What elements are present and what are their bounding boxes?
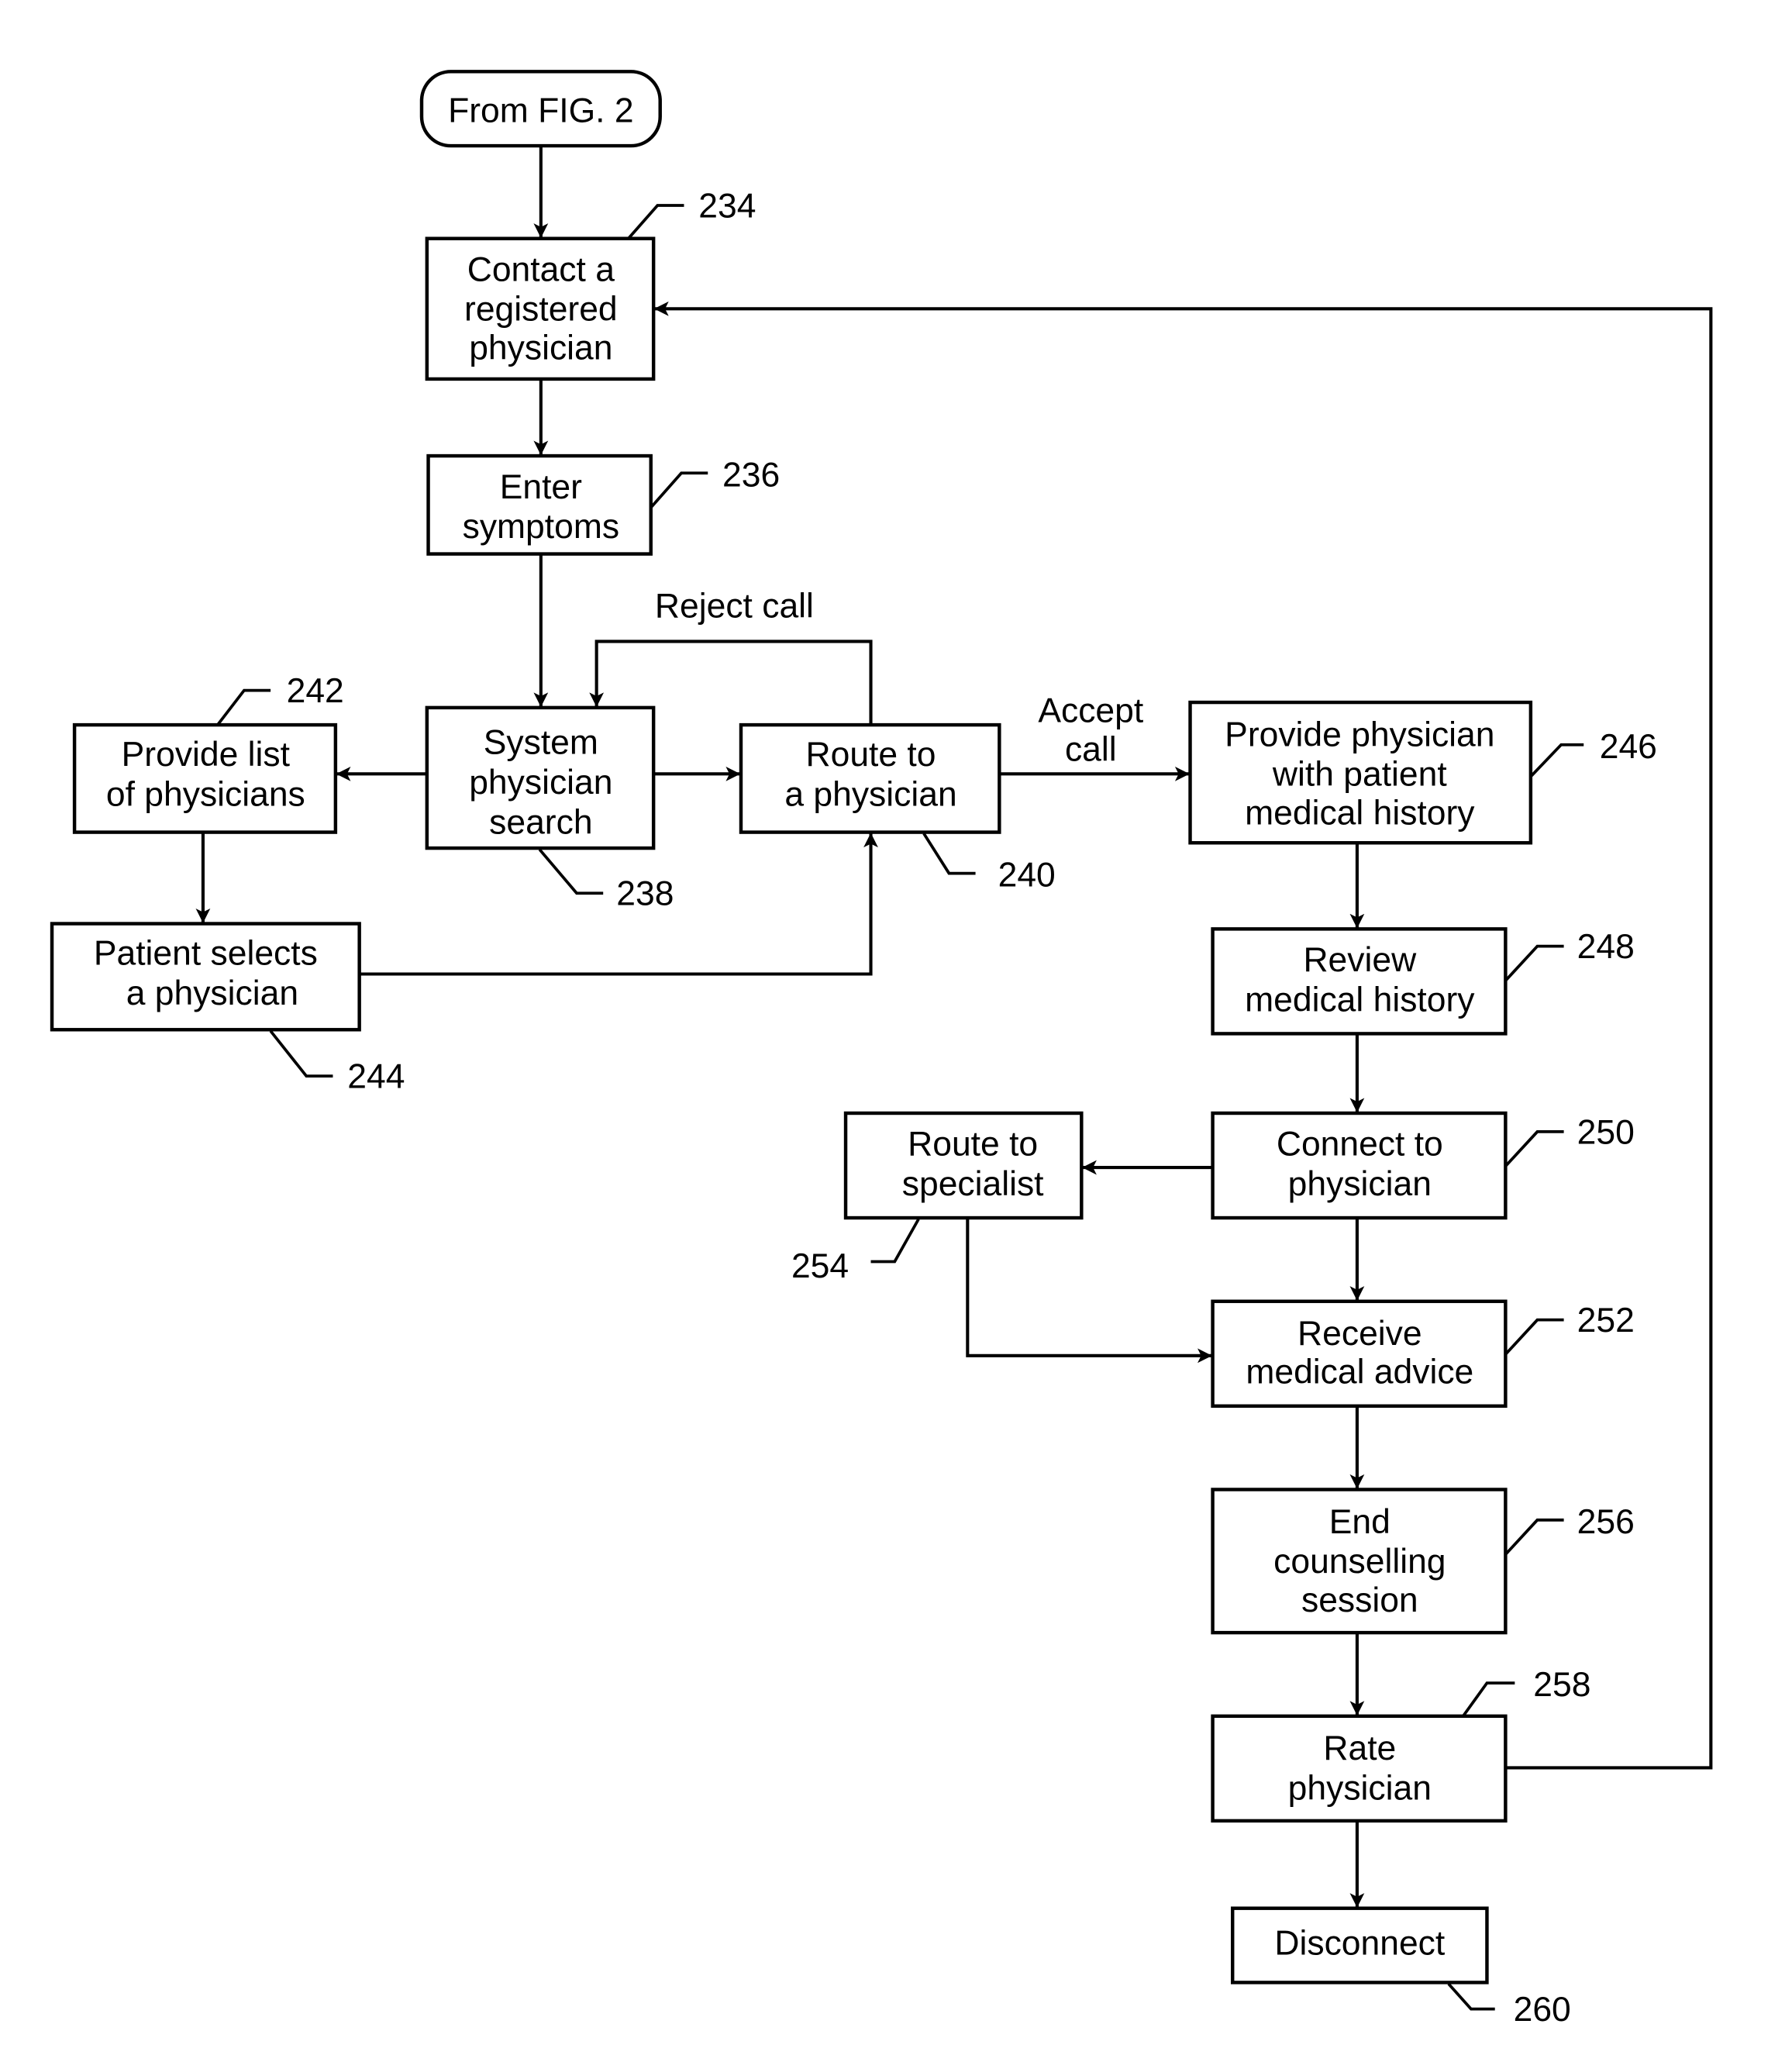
step-text: physician [469, 329, 612, 367]
step-text: of physicians [106, 775, 305, 813]
step-240: Route to a physician [739, 722, 1001, 834]
step-text: specialist [902, 1165, 1044, 1203]
step-text: Rate [1323, 1729, 1396, 1767]
ref-number-236: 236 [722, 456, 780, 494]
ref-number-254: 254 [791, 1247, 849, 1285]
step-text: medical history [1245, 981, 1475, 1019]
reject-call-label: Reject call [655, 588, 814, 626]
step-text: medical history [1245, 794, 1475, 832]
step-text: Review [1303, 941, 1417, 979]
start-terminal-label: From FIG. 2 [448, 91, 633, 129]
step-text: session [1301, 1581, 1418, 1619]
step-258: Rate physician [1211, 1714, 1508, 1823]
ref-leader-250 [1504, 1130, 1564, 1167]
step-248: Review medical history [1211, 927, 1508, 1036]
ref-number-250: 250 [1577, 1113, 1635, 1151]
step-236: Enter symptoms [426, 453, 653, 556]
step-text: System [484, 724, 598, 762]
step-text: counselling [1273, 1543, 1446, 1581]
edge-258-234-loop [653, 301, 1713, 1770]
step-text: physician [1288, 1770, 1432, 1808]
flowchart: Reject call Accept call From FIG. 2 Cont… [50, 70, 1713, 2029]
accept-call-label-line1: Accept [1038, 692, 1144, 730]
edge-244-240 [359, 833, 878, 976]
step-234: Contact a registered physician [425, 236, 656, 381]
step-text: Route to [806, 736, 936, 774]
step-238: System physician search [425, 705, 656, 850]
step-text: a physician [784, 775, 956, 813]
step-text: physician [1288, 1165, 1432, 1203]
ref-number-246: 246 [1600, 728, 1657, 766]
step-244: Patient selects a physician [50, 922, 361, 1032]
step-text: medical advice [1246, 1353, 1473, 1391]
ref-leader-242 [216, 688, 271, 726]
ref-number-248: 248 [1577, 928, 1635, 966]
start-terminal: From FIG. 2 [419, 70, 662, 148]
step-text: Disconnect [1274, 1925, 1445, 1963]
ref-number-260: 260 [1514, 1991, 1571, 2029]
step-252: Receive medical advice [1211, 1299, 1508, 1409]
step-260: Disconnect [1230, 1906, 1489, 1984]
step-text: Contact a [467, 250, 615, 288]
ref-leader-252 [1504, 1318, 1564, 1356]
accept-call-label-line2: call [1065, 730, 1117, 768]
step-text: Patient selects [94, 935, 318, 973]
step-text: Receive [1297, 1315, 1422, 1353]
step-text: Provide physician [1225, 715, 1494, 753]
ref-number-256: 256 [1577, 1503, 1635, 1541]
ref-leader-236 [650, 471, 708, 509]
ref-leader-234 [627, 204, 684, 240]
step-text: search [489, 803, 592, 841]
step-text: Route to [908, 1126, 1038, 1164]
ref-leader-248 [1504, 944, 1564, 982]
step-text: Enter [500, 468, 582, 506]
ref-number-240: 240 [998, 857, 1056, 895]
ref-number-258: 258 [1533, 1666, 1590, 1704]
ref-leader-244 [269, 1029, 333, 1078]
step-text: registered [464, 291, 618, 329]
step-text: Connect to [1277, 1126, 1443, 1164]
step-246: Provide physician with patient medical h… [1188, 700, 1533, 845]
step-text: Provide list [122, 736, 291, 774]
ref-number-242: 242 [287, 672, 344, 710]
ref-leader-260 [1447, 1982, 1495, 2011]
step-242: Provide list of physicians [72, 722, 338, 834]
step-text: End [1329, 1503, 1391, 1541]
ref-number-238: 238 [616, 875, 674, 913]
step-256: End counselling session [1211, 1488, 1508, 1635]
edge-254-252 [966, 1218, 1212, 1364]
ref-leader-258 [1462, 1681, 1515, 1717]
ref-leader-254 [870, 1218, 920, 1264]
step-text: a physician [126, 974, 298, 1012]
ref-number-252: 252 [1577, 1302, 1635, 1340]
ref-leader-256 [1504, 1518, 1564, 1556]
ref-leader-246 [1529, 743, 1584, 778]
ref-leader-240 [922, 833, 976, 875]
step-250: Connect to physician [1211, 1111, 1508, 1220]
ref-leader-238 [538, 848, 604, 895]
step-254: Route to specialist [843, 1111, 1084, 1220]
step-text: with patient [1272, 756, 1447, 794]
ref-number-244: 244 [347, 1058, 405, 1096]
ref-number-234: 234 [698, 187, 756, 225]
step-text: physician [469, 764, 612, 802]
step-text: symptoms [463, 508, 619, 546]
